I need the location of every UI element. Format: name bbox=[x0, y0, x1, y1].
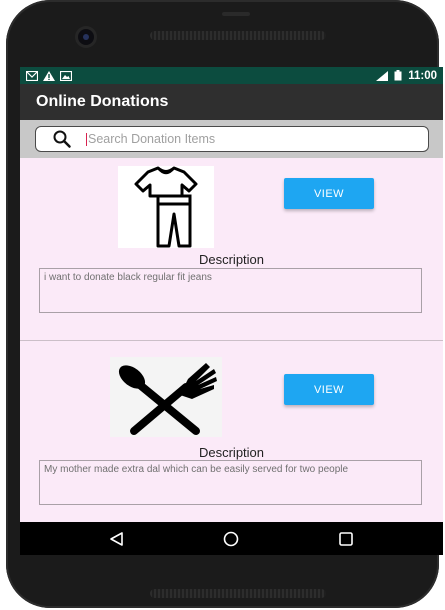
description-field[interactable]: My mother made extra dal which can be ea… bbox=[39, 460, 422, 505]
home-button[interactable] bbox=[220, 528, 242, 550]
battery-icon bbox=[394, 70, 402, 81]
recents-icon bbox=[339, 531, 353, 546]
recents-button[interactable] bbox=[335, 528, 357, 550]
gmail-icon bbox=[26, 70, 38, 81]
search-input[interactable] bbox=[87, 132, 388, 146]
app-title: Online Donations bbox=[36, 93, 169, 110]
search-box[interactable] bbox=[35, 126, 429, 152]
list-item: VIEW Description i want to donate black … bbox=[20, 158, 443, 341]
description-label: Description bbox=[198, 252, 265, 267]
view-button[interactable]: VIEW bbox=[284, 374, 374, 405]
photo-icon bbox=[60, 70, 72, 81]
description-field[interactable]: i want to donate black regular fit jeans bbox=[39, 268, 422, 313]
search-bar bbox=[20, 120, 443, 158]
status-time: 11:00 bbox=[408, 69, 437, 82]
item-image[interactable] bbox=[110, 357, 222, 437]
home-icon bbox=[224, 531, 239, 546]
app-screen: 11:00 Online Donations VIEW Description … bbox=[20, 67, 443, 522]
bottom-speaker bbox=[150, 589, 326, 598]
description-label: Description bbox=[198, 445, 265, 460]
list-item: VIEW Description My mother made extra da… bbox=[20, 341, 443, 522]
earpiece-speaker bbox=[150, 31, 326, 40]
front-camera bbox=[78, 29, 94, 45]
back-icon bbox=[110, 531, 123, 546]
navigation-bar bbox=[20, 522, 443, 555]
status-bar: 11:00 bbox=[20, 67, 443, 84]
app-bar: Online Donations bbox=[20, 84, 443, 120]
clothes-icon bbox=[134, 166, 198, 248]
warning-icon bbox=[43, 70, 55, 81]
item-image[interactable] bbox=[118, 166, 214, 248]
back-button[interactable] bbox=[106, 528, 128, 550]
signal-icon bbox=[376, 70, 389, 81]
top-sensor bbox=[222, 12, 250, 16]
search-icon[interactable] bbox=[52, 129, 72, 149]
view-button[interactable]: VIEW bbox=[284, 178, 374, 209]
spoon-fork-icon bbox=[118, 363, 217, 435]
